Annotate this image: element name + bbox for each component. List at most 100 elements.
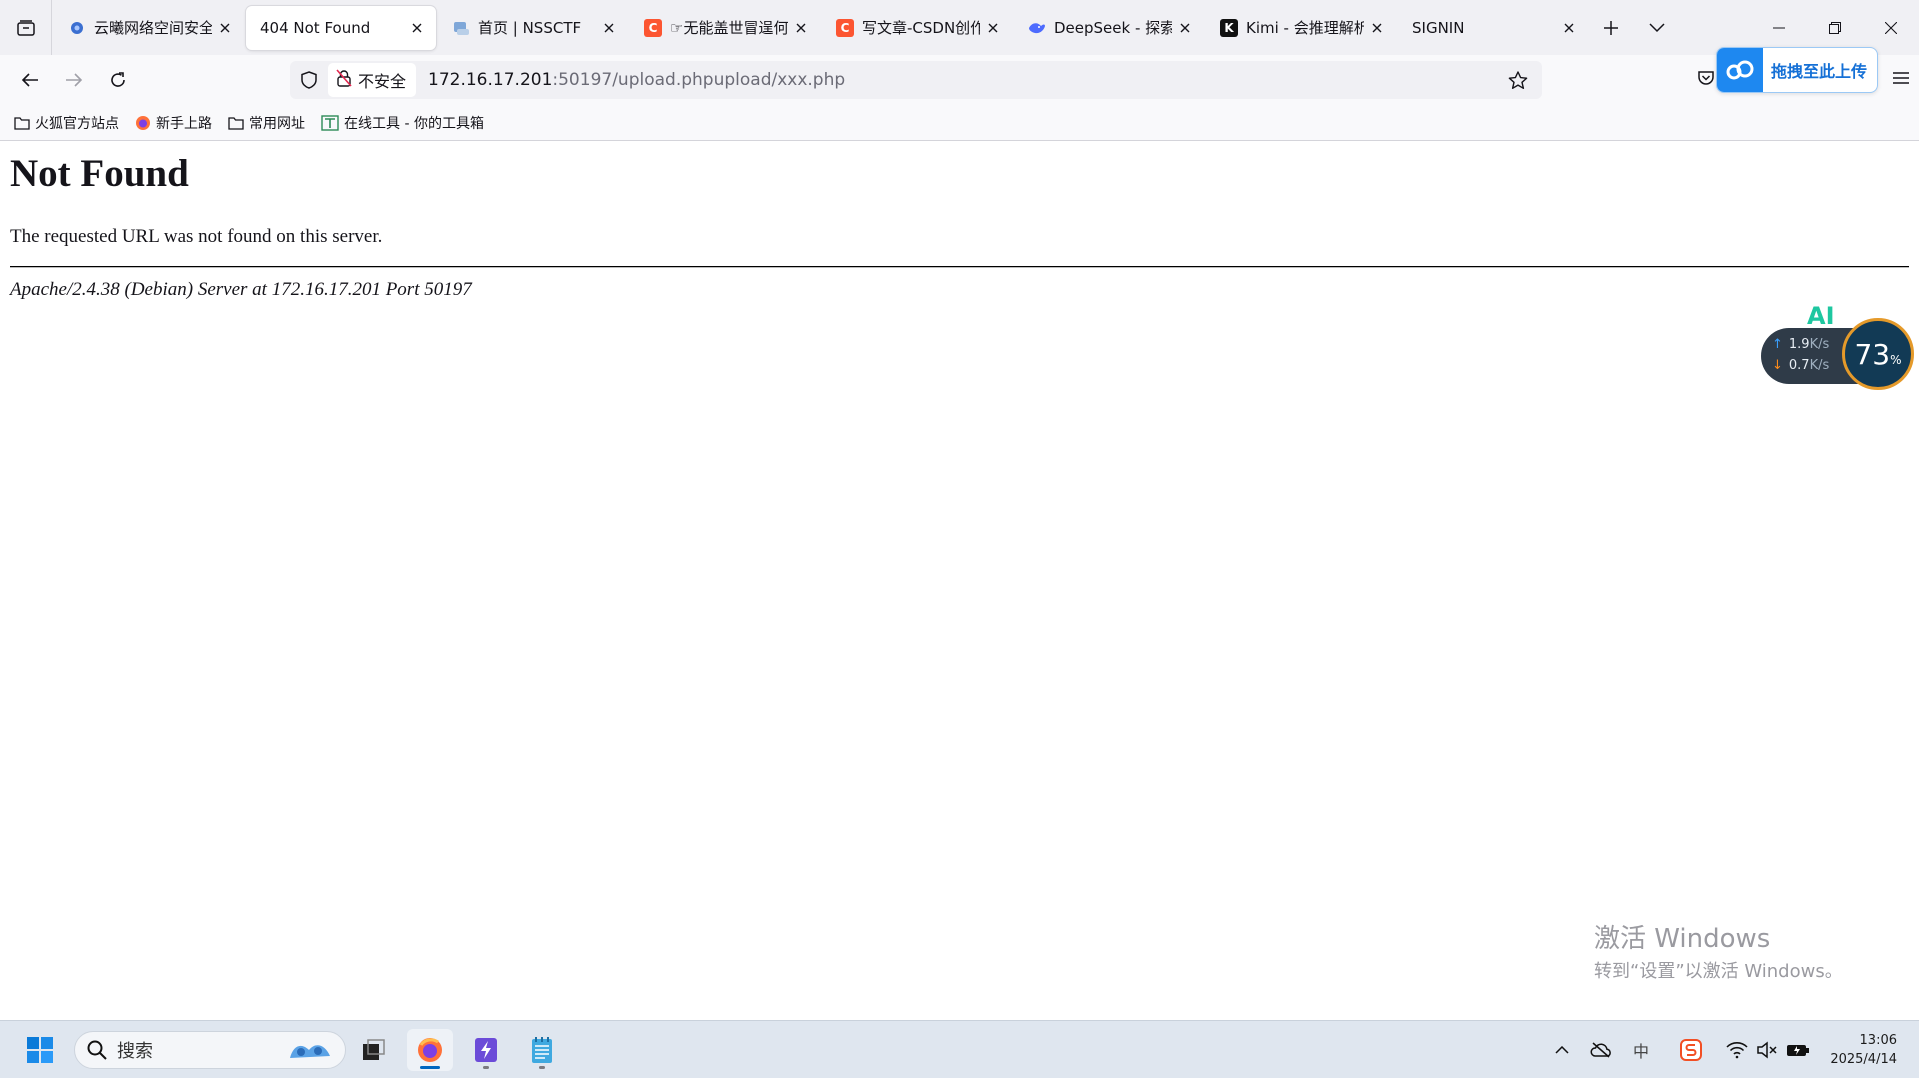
- bookmark-getting-started[interactable]: 新手上路: [135, 113, 212, 133]
- percent-sign: %: [1890, 352, 1902, 367]
- folder-icon: [14, 116, 30, 130]
- tab-signin[interactable]: SIGNIN: [1398, 6, 1588, 50]
- close-icon[interactable]: [216, 19, 234, 37]
- shield-icon: [301, 71, 317, 89]
- download-speed: ↓ 0.7K/s: [1772, 358, 1829, 373]
- tab-title: Kimi - 会推理解析: [1246, 19, 1364, 37]
- tab-csdn-article[interactable]: C ☞无能盖世冒逞何: [630, 6, 820, 50]
- back-button[interactable]: [8, 60, 52, 100]
- toolbox-icon: [321, 114, 339, 131]
- tab-kimi[interactable]: K Kimi - 会推理解析: [1206, 6, 1396, 50]
- tab-nssctf[interactable]: 首页 | NSSCTF: [438, 6, 628, 50]
- taskbar-task-view[interactable]: [351, 1029, 397, 1071]
- upload-speed: ↑ 1.9K/s: [1772, 337, 1829, 352]
- bookmark-online-tools[interactable]: 在线工具 - 你的工具箱: [321, 113, 484, 133]
- pocket-button[interactable]: [1697, 69, 1715, 91]
- page-heading: Not Found: [10, 152, 189, 195]
- reload-button[interactable]: [96, 60, 140, 100]
- taskbar-search[interactable]: 搜索: [74, 1031, 346, 1069]
- close-icon[interactable]: [1560, 19, 1578, 37]
- tab-deepseek[interactable]: DeepSeek - 探索: [1014, 6, 1204, 50]
- cloud-offline-icon: [1590, 1042, 1611, 1058]
- watermark-title: 激活 Windows: [1594, 924, 1771, 954]
- deepseek-icon: [1028, 19, 1046, 37]
- cloud-upload-icon: [1717, 48, 1763, 92]
- windows-logo-icon: [27, 1037, 53, 1063]
- close-icon: [1885, 21, 1897, 34]
- close-icon[interactable]: [984, 19, 1002, 37]
- show-hidden-icons-button[interactable]: [1548, 1021, 1576, 1079]
- tab-overview-button[interactable]: [0, 0, 52, 55]
- taskbar-visual-studio[interactable]: [463, 1029, 509, 1071]
- tracking-protection-button[interactable]: [290, 61, 328, 99]
- battery-tray-button[interactable]: [1782, 1021, 1814, 1079]
- arrow-up-icon: ↑: [1772, 337, 1783, 352]
- app-menu-button[interactable]: [1893, 70, 1909, 89]
- onedrive-tray-button[interactable]: [1586, 1021, 1616, 1079]
- bookmark-firefox-official[interactable]: 火狐官方站点: [14, 113, 119, 133]
- tab-title: DeepSeek - 探索: [1054, 19, 1172, 37]
- speed-unit: K/s: [1809, 337, 1830, 352]
- csdn-icon: C: [836, 18, 854, 37]
- speaker-muted-icon: [1757, 1041, 1777, 1059]
- arrow-right-icon: [66, 73, 83, 87]
- site-security-button[interactable]: 不安全: [328, 63, 417, 97]
- drag-upload-button[interactable]: 拖拽至此上传: [1716, 47, 1878, 93]
- download-speed-value: 0.7: [1788, 358, 1810, 373]
- taskbar-notepad[interactable]: [519, 1029, 565, 1071]
- tab-title: 云曦网络空间安全: [94, 19, 212, 37]
- bookmark-page-button[interactable]: [1502, 61, 1534, 99]
- tab-title: ☞无能盖世冒逞何: [670, 19, 788, 37]
- nssctf-icon: [452, 19, 470, 37]
- network-tray-button[interactable]: [1722, 1021, 1752, 1079]
- close-icon[interactable]: [792, 19, 810, 37]
- bookmarks-toolbar: 火狐官方站点 新手上路 常用网址 在线工具 - 你的工具箱: [0, 105, 1919, 141]
- insecure-label: 不安全: [358, 72, 407, 91]
- yunxi-icon: [68, 19, 86, 37]
- restore-icon: [1829, 21, 1841, 34]
- tab-yunxi[interactable]: 云曦网络空间安全: [54, 6, 244, 50]
- close-icon[interactable]: [408, 19, 426, 37]
- sogou-input-button[interactable]: [1676, 1021, 1706, 1079]
- close-icon[interactable]: [600, 19, 618, 37]
- minimize-icon: [1773, 27, 1785, 28]
- clock-time: 13:06: [1859, 1033, 1897, 1048]
- pocket-icon: [1698, 71, 1714, 85]
- app-lightning-icon: [475, 1038, 497, 1062]
- tab-list-icon: [16, 19, 35, 36]
- new-tab-button[interactable]: [1588, 0, 1634, 55]
- taskbar-clock[interactable]: 13:06 2025/4/14: [1830, 1031, 1897, 1069]
- clock-date: 2025/4/14: [1830, 1052, 1897, 1067]
- tab-404-not-found[interactable]: 404 Not Found: [246, 5, 436, 50]
- url-text[interactable]: 172.16.17.201:50197/upload.phpupload/xxx…: [428, 70, 845, 90]
- ai-label: AI: [1807, 302, 1835, 330]
- close-icon[interactable]: [1368, 19, 1386, 37]
- network-speed-widget[interactable]: AI ↑ 1.9K/s ↓ 0.7K/s 73%: [1760, 298, 1915, 393]
- ime-label: 中: [1632, 1042, 1649, 1061]
- kimi-icon: K: [1220, 18, 1238, 37]
- arrow-down-icon: ↓: [1772, 358, 1783, 373]
- tab-title: 写文章-CSDN创作: [862, 19, 980, 37]
- bookmark-label: 新手上路: [156, 115, 212, 132]
- search-placeholder: 搜索: [117, 1041, 153, 1062]
- search-highlight-icon: [290, 1045, 330, 1058]
- tab-csdn-write[interactable]: C 写文章-CSDN创作: [822, 6, 1012, 50]
- firefox-icon: [135, 115, 151, 131]
- forward-button[interactable]: [52, 60, 96, 100]
- plus-icon: [1604, 20, 1618, 35]
- taskbar-firefox[interactable]: [407, 1029, 453, 1071]
- close-icon[interactable]: [1176, 19, 1194, 37]
- start-button[interactable]: [17, 1029, 63, 1071]
- notepad-icon: [532, 1037, 552, 1063]
- taskbar: 搜索 中 13:06 2025/4/14: [0, 1020, 1919, 1078]
- upload-speed-value: 1.9: [1788, 337, 1810, 352]
- tab-list: 云曦网络空间安全 404 Not Found 首页 | NSSCTF C ☞无能…: [52, 0, 1588, 55]
- url-bar[interactable]: 不安全 172.16.17.201:50197/upload.phpupload…: [290, 61, 1542, 99]
- url-path: :50197/upload.phpupload/xxx.php: [552, 70, 846, 90]
- volume-tray-button[interactable]: [1752, 1021, 1782, 1079]
- bookmark-common-sites[interactable]: 常用网址: [228, 113, 305, 133]
- upload-button-label: 拖拽至此上传: [1771, 62, 1868, 81]
- server-signature: Apache/2.4.38 (Debian) Server at 172.16.…: [10, 279, 472, 300]
- input-method-button[interactable]: 中: [1626, 1021, 1656, 1079]
- list-all-tabs-button[interactable]: [1634, 0, 1680, 55]
